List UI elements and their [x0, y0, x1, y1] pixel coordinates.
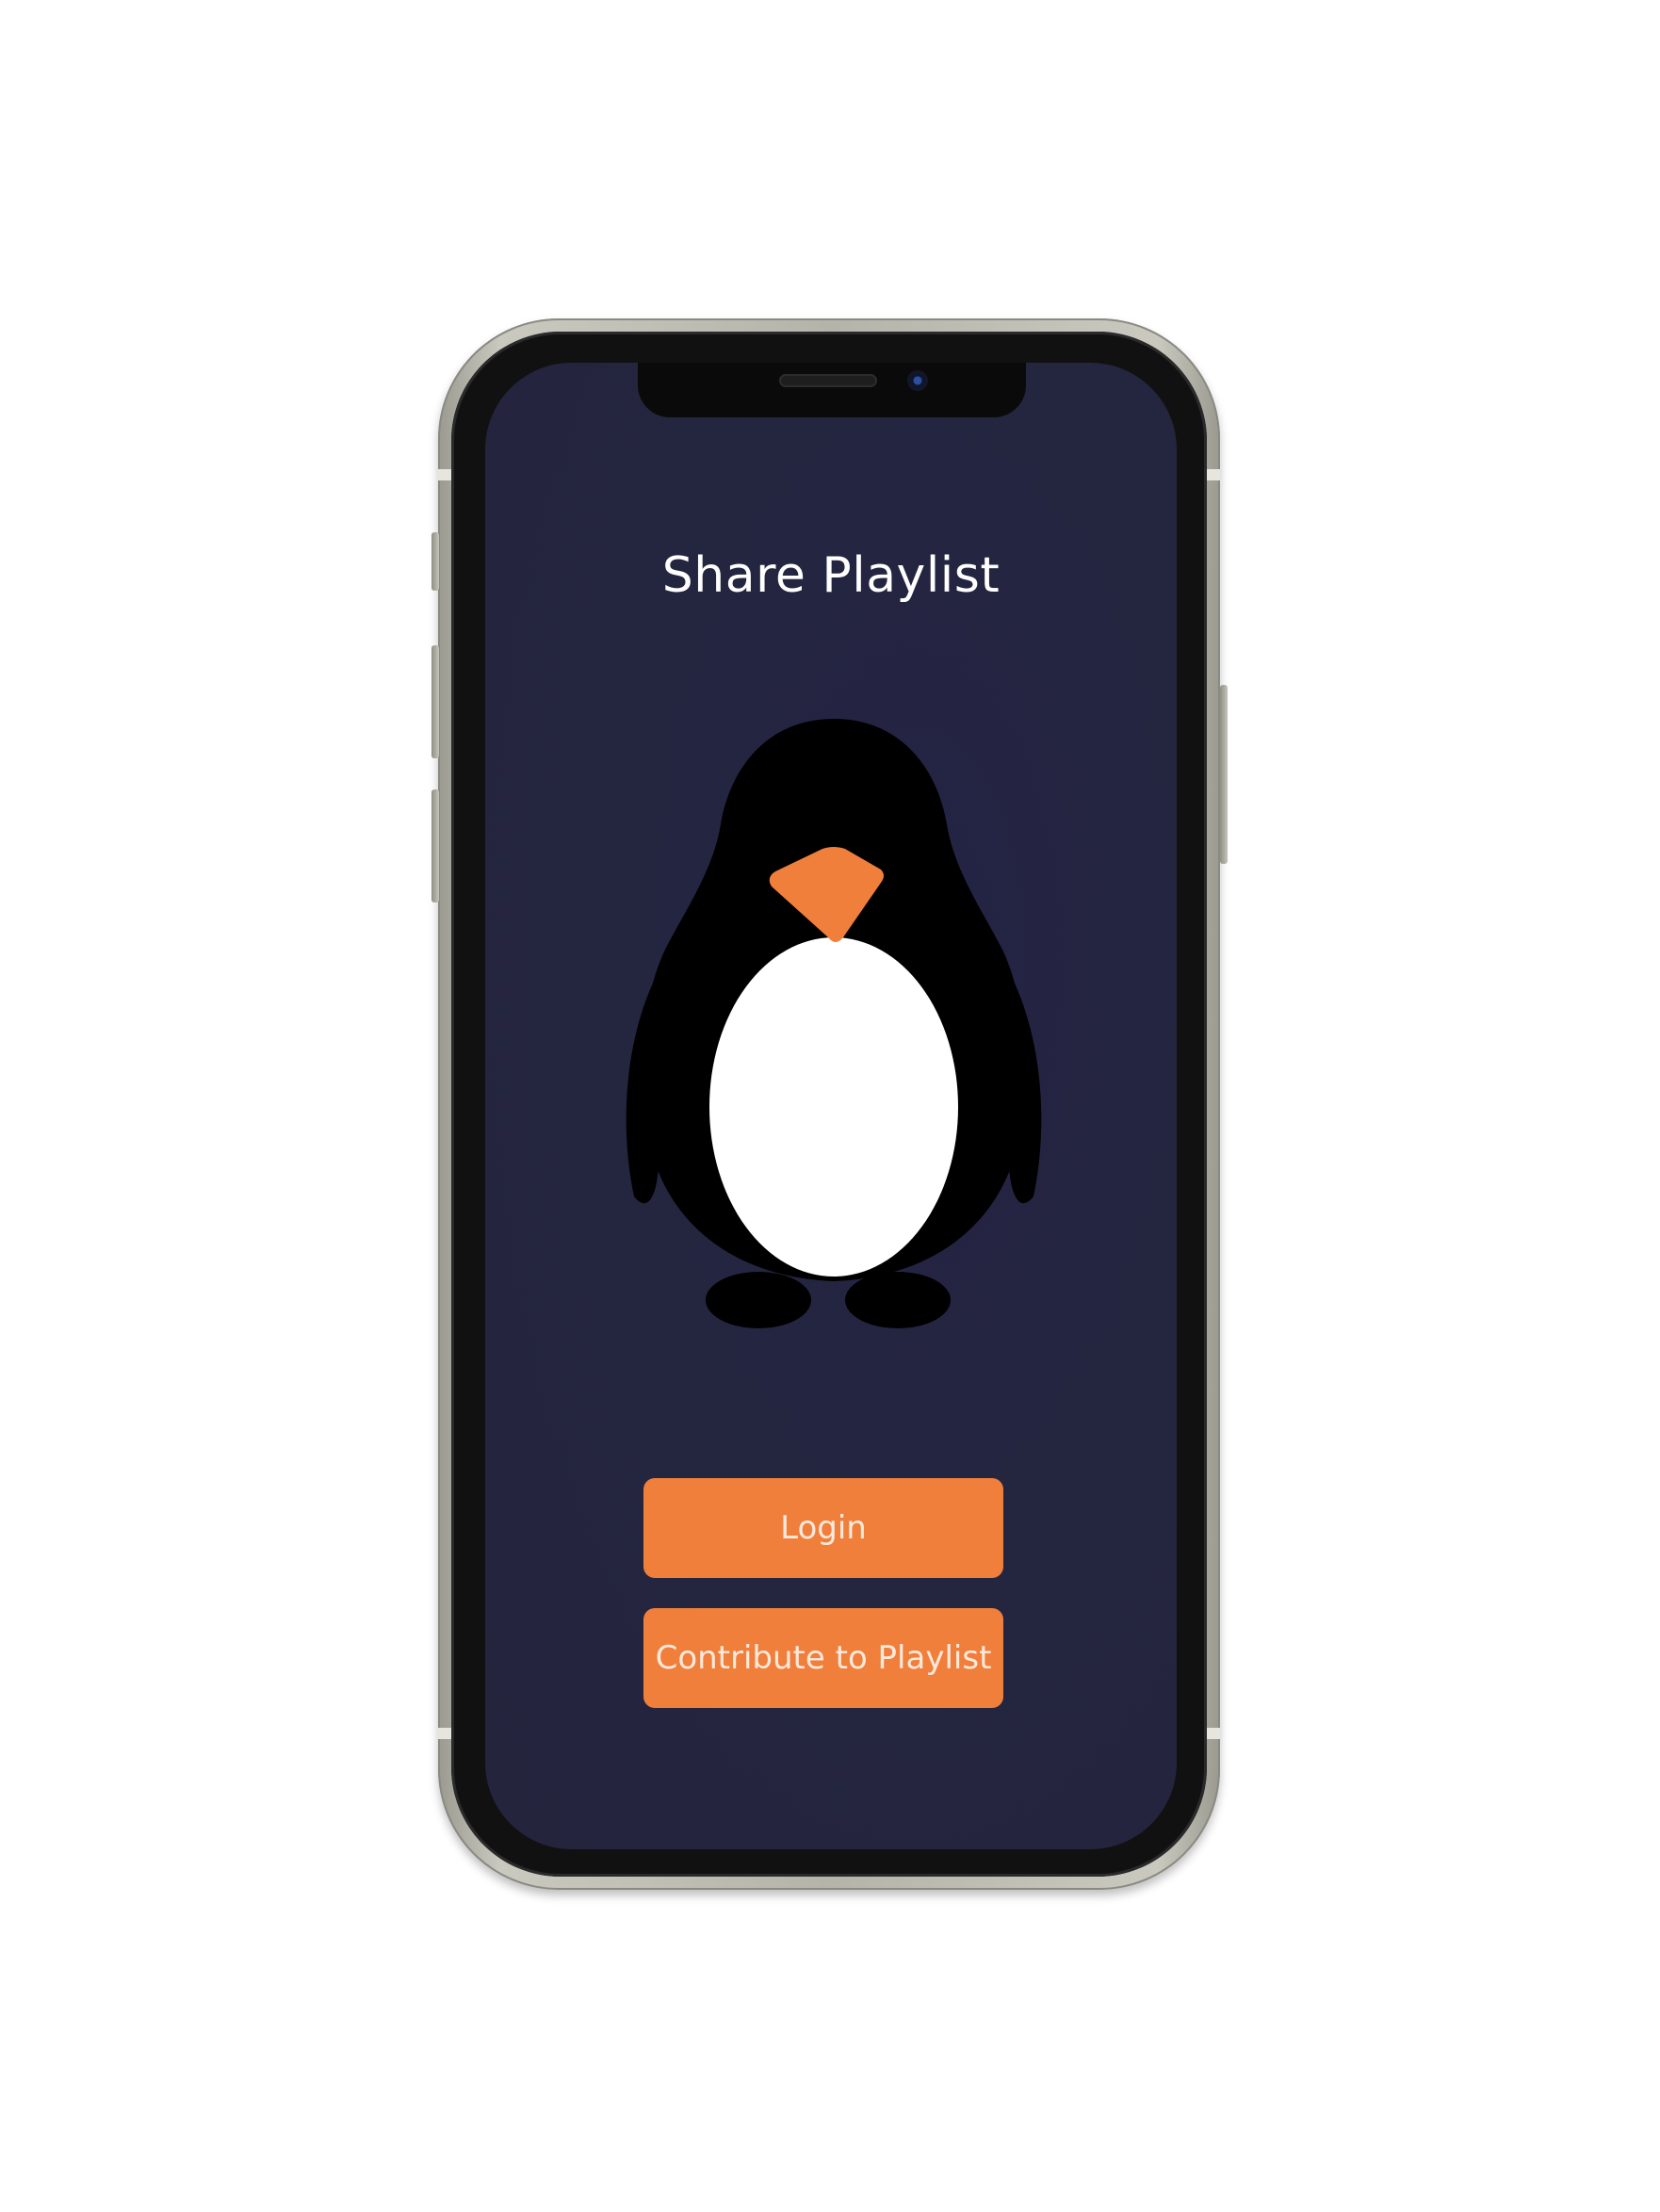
app-screen: Share Playlist Login Contribute to Playl… — [485, 363, 1177, 1849]
penguin-belly — [709, 937, 958, 1277]
antenna-band-right-top — [1207, 469, 1220, 480]
antenna-band-left-top — [438, 469, 451, 480]
penguin-right-foot — [845, 1272, 951, 1328]
antenna-band-right-bottom — [1207, 1728, 1220, 1739]
earpiece-speaker — [779, 374, 877, 387]
volume-down-button — [431, 789, 439, 903]
contribute-to-playlist-button[interactable]: Contribute to Playlist — [643, 1608, 1003, 1708]
notch — [638, 363, 1026, 417]
antenna-band-left-bottom — [438, 1728, 451, 1739]
power-button — [1220, 685, 1228, 864]
penguin-left-foot — [706, 1272, 811, 1328]
volume-up-button — [431, 645, 439, 758]
front-camera — [907, 370, 928, 391]
page-title: Share Playlist — [661, 547, 1001, 604]
login-button[interactable]: Login — [643, 1478, 1003, 1578]
mute-switch — [431, 532, 439, 591]
penguin-logo — [626, 719, 1042, 1328]
